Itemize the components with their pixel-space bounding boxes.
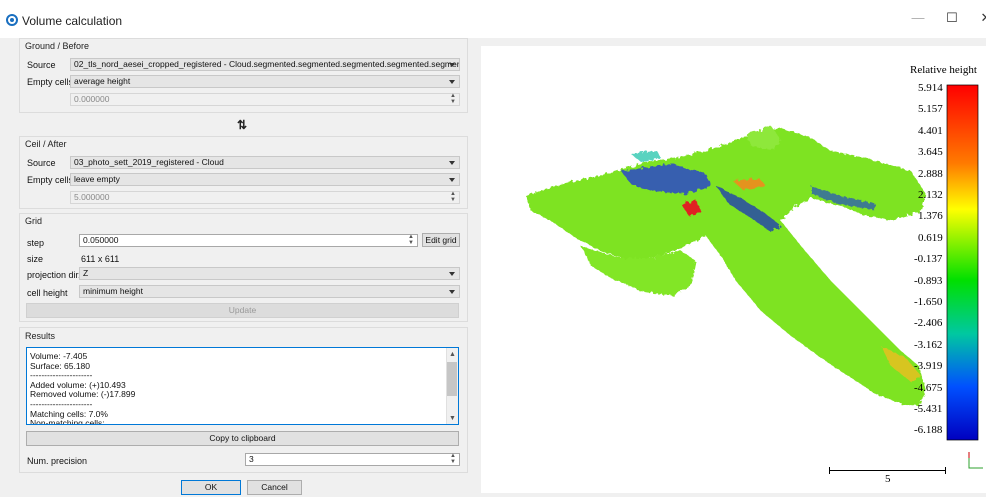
maximize-button[interactable]: ☐ [942, 10, 962, 26]
colorbar-tick-label: 0.619 [918, 231, 943, 244]
colorbar-tick-label: -0.137 [914, 253, 943, 266]
projection-dir-value: Z [83, 268, 89, 278]
precision-label: Num. precision [27, 456, 88, 466]
teal-patch [631, 150, 661, 162]
colorbar-tick-label: 4.401 [918, 124, 943, 137]
update-button[interactable]: Update [26, 303, 459, 318]
point-cloud-main-body [526, 128, 926, 406]
cancel-button[interactable]: Cancel [247, 480, 302, 495]
ok-button[interactable]: OK [181, 480, 241, 495]
ground-empty-value: average height [74, 76, 131, 86]
grid-group-title: Grid [25, 216, 43, 226]
chevron-down-icon [449, 290, 455, 294]
scroll-up-icon[interactable]: ▲ [449, 351, 456, 358]
3d-viewport[interactable] [481, 46, 986, 493]
point-cloud-render [526, 84, 983, 469]
spin-arrows-icon[interactable]: ▲ ▼ [449, 93, 457, 105]
colorbar-tick-label: -3.162 [914, 338, 943, 351]
app-logo-icon [6, 14, 18, 26]
grid-size-value: 611 x 611 [81, 254, 120, 264]
grid-step-label: step [27, 238, 45, 248]
results-group-title: Results [25, 331, 56, 341]
colorbar-tick-label: 1.376 [918, 210, 943, 223]
colorbar-tick-label: 2.132 [918, 189, 943, 201]
colorbar-tick-label: -0.893 [914, 274, 943, 287]
scroll-down-icon[interactable]: ▼ [449, 415, 456, 422]
ground-empty-combo[interactable]: average height [70, 75, 460, 88]
colorbar-tick-label: -5.431 [914, 403, 943, 415]
ceil-source-combo[interactable]: 03_photo_sett_2019_registered - Cloud [70, 156, 460, 169]
scale-bar-label: 5 [885, 473, 891, 485]
colorbar-tick-label: -6.188 [914, 424, 943, 437]
spin-arrows-icon[interactable]: ▲ ▼ [407, 234, 415, 246]
results-scrollbar[interactable]: ▲ ▼ [446, 348, 458, 424]
ground-source-label: Source [27, 60, 56, 70]
cell-height-label: cell height [27, 288, 68, 298]
precision-value: 3 [249, 454, 254, 464]
ground-height-value: 0.000000 [74, 94, 110, 104]
point-cloud [526, 126, 926, 406]
precision-spinbox[interactable]: 3 ▲ ▼ [245, 453, 460, 466]
colorbar-tick-label: 2.888 [918, 167, 943, 180]
cell-height-combo[interactable]: minimum height [79, 285, 460, 298]
ceil-height-spinbox[interactable]: 5.000000 ▲ ▼ [70, 191, 460, 204]
title-bar: Volume calculation — ☐ ✕ [0, 0, 986, 38]
ceil-group-title: Ceil / After [25, 139, 67, 149]
ground-source-combo[interactable]: 02_tls_nord_aesei_cropped_registered - C… [70, 58, 460, 71]
projection-dir-label: projection dir. [27, 270, 81, 280]
edit-grid-button[interactable]: Edit grid [422, 233, 460, 247]
window-title: Volume calculation [22, 14, 123, 28]
swap-icon: ⇅ [236, 118, 248, 132]
spin-arrows-icon[interactable]: ▲ ▼ [449, 453, 457, 465]
ground-empty-label: Empty cells [27, 77, 74, 87]
spin-arrows-icon[interactable]: ▲ ▼ [449, 191, 457, 203]
cell-height-value: minimum height [83, 286, 143, 296]
ceil-empty-combo[interactable]: leave empty [70, 173, 460, 186]
ground-group-title: Ground / Before [25, 41, 90, 51]
axis-indicator-icon [968, 452, 983, 469]
swap-button[interactable]: ⇅ [234, 118, 250, 132]
grid-step-spinbox[interactable]: 0.050000 ▲ ▼ [79, 234, 418, 247]
ceil-source-value: 03_photo_sett_2019_registered - Cloud [74, 157, 224, 167]
colorbar-tick-label: -4.675 [914, 381, 943, 394]
minimize-button[interactable]: — [908, 10, 928, 25]
ground-height-spinbox[interactable]: 0.000000 ▲ ▼ [70, 93, 460, 106]
projection-dir-combo[interactable]: Z [79, 267, 460, 280]
colorbar-gradient [946, 84, 979, 441]
ceil-empty-label: Empty cells [27, 175, 74, 185]
grid-step-value: 0.050000 [83, 235, 119, 245]
chevron-down-icon [449, 63, 455, 67]
colorbar-tick-label: 5.157 [918, 103, 943, 116]
close-button[interactable]: ✕ [976, 10, 986, 26]
copy-to-clipboard-button[interactable]: Copy to clipboard [26, 431, 459, 446]
grid-size-label: size [27, 254, 44, 264]
chevron-down-icon [449, 272, 455, 276]
scrollbar-thumb[interactable] [447, 362, 457, 396]
colorbar-tick-label: -1.650 [914, 296, 943, 308]
chevron-down-icon [449, 178, 455, 182]
colorbar-tick-label: -2.406 [914, 317, 943, 330]
ceil-source-label: Source [27, 158, 56, 168]
ceil-height-value: 5.000000 [74, 192, 110, 202]
colorbar-tick-label: 3.645 [918, 146, 943, 159]
chevron-down-icon [449, 80, 455, 84]
results-textbox[interactable]: Volume: -7.405 Surface: 65.180 -----------… [26, 347, 459, 425]
colorbar-tick-label: 5.914 [918, 82, 943, 94]
chevron-down-icon [449, 161, 455, 165]
colorbar-title: Relative height [910, 64, 977, 76]
colorbar-tick-label: -3.919 [914, 360, 943, 373]
scale-bar [829, 467, 946, 474]
results-lines: Volume: -7.405 Surface: 65.180 -----------… [30, 351, 135, 425]
volume-calculation-window: Volume calculation — ☐ ✕ Ground / Before… [0, 0, 986, 497]
ground-source-value: 02_tls_nord_aesei_cropped_registered - C… [74, 59, 460, 69]
ceil-empty-value: leave empty [74, 174, 120, 184]
results-line: Non-matching cells: [30, 418, 105, 425]
